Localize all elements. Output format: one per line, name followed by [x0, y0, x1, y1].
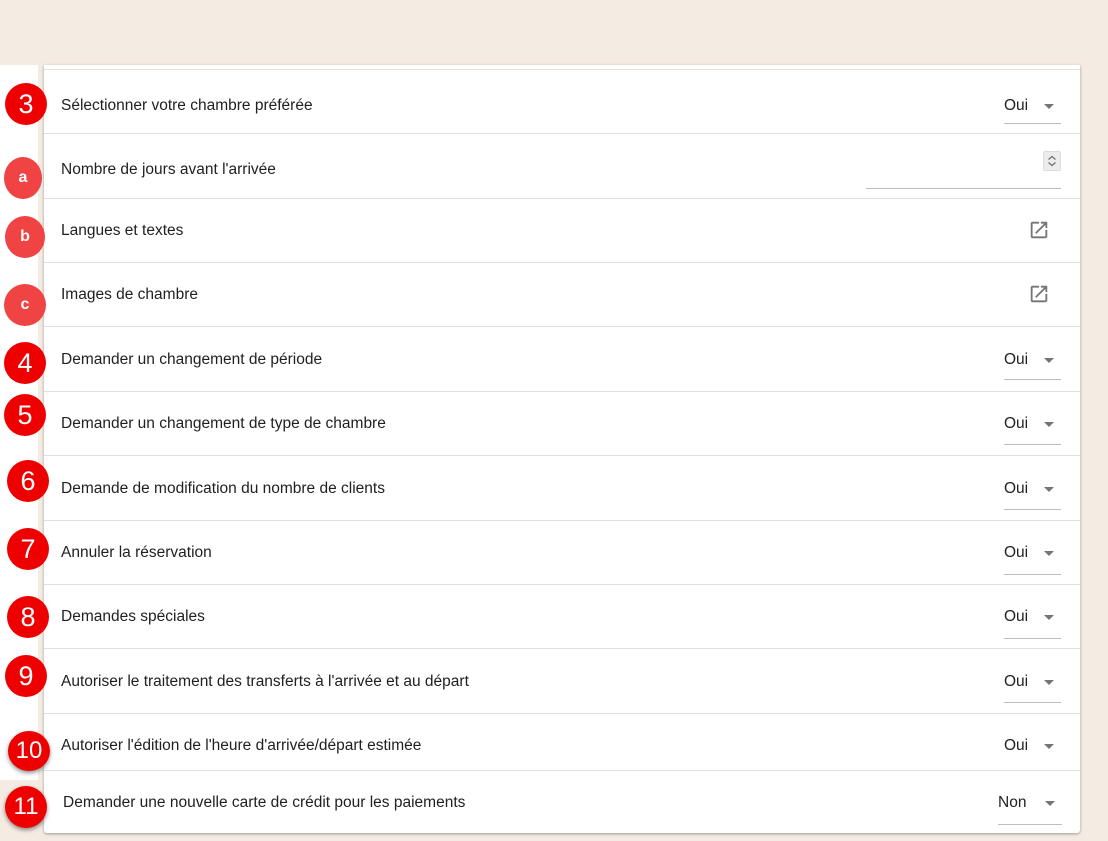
estimated-time-select[interactable]: Oui — [1004, 714, 1061, 770]
annotation-badge-11: 11 — [5, 786, 47, 828]
setting-row-new-credit-card: Demander une nouvelle carte de crédit po… — [44, 771, 1080, 833]
select-value: Oui — [1004, 608, 1029, 625]
setting-label: Demandes spéciales — [61, 608, 205, 625]
select-underline — [1004, 123, 1061, 124]
setting-label: Langues et textes — [61, 222, 184, 239]
setting-row-transfers: Autoriser le traitement des transferts à… — [44, 649, 1080, 714]
room-type-change-select[interactable]: Oui — [1004, 392, 1061, 455]
annotation-badge-4: 4 — [4, 342, 46, 384]
annotation-badge-b: b — [5, 216, 45, 258]
select-value: Oui — [1004, 415, 1029, 432]
setting-row-cancel-reservation: Annuler la réservation Oui — [44, 521, 1080, 585]
setting-row-estimated-time: Autoriser l'édition de l'heure d'arrivée… — [44, 714, 1080, 771]
setting-row-languages: Langues et textes — [44, 199, 1080, 263]
setting-row-room-images: Images de chambre — [44, 263, 1080, 327]
preferred-room-select[interactable]: Oui — [1004, 70, 1061, 133]
days-before-arrival-input[interactable] — [866, 134, 1061, 198]
caret-down-icon — [1044, 551, 1054, 556]
caret-down-icon — [1044, 744, 1054, 749]
select-underline — [1004, 444, 1061, 445]
annotation-badge-10: 10 — [8, 731, 50, 771]
new-credit-card-select[interactable]: Non — [998, 771, 1062, 833]
caret-down-icon — [1044, 680, 1054, 685]
guest-count-change-select[interactable]: Oui — [1004, 456, 1061, 520]
setting-label: Images de chambre — [61, 286, 198, 303]
setting-row-period-change: Demander un changement de période Oui — [44, 327, 1080, 392]
select-underline — [1004, 379, 1061, 380]
setting-label: Nombre de jours avant l'arrivée — [61, 161, 276, 178]
select-underline — [1004, 509, 1061, 510]
select-value: Oui — [1004, 97, 1029, 114]
select-value: Oui — [1004, 673, 1029, 690]
setting-row-room-type-change: Demander un changement de type de chambr… — [44, 392, 1080, 456]
setting-label: Demander un changement de type de chambr… — [61, 415, 386, 432]
caret-down-icon — [1044, 104, 1054, 109]
setting-label: Demander une nouvelle carte de crédit po… — [63, 794, 466, 811]
select-value: Non — [998, 794, 1027, 811]
cancel-reservation-select[interactable]: Oui — [1004, 521, 1061, 584]
annotation-badge-c: c — [4, 284, 46, 326]
annotation-badge-6: 6 — [7, 460, 49, 502]
special-requests-select[interactable]: Oui — [1004, 585, 1061, 648]
select-underline — [998, 824, 1062, 825]
setting-row-preferred-room: Sélectionner votre chambre préférée Oui — [44, 70, 1080, 134]
caret-down-icon — [1044, 615, 1054, 620]
annotation-badge-5: 5 — [4, 394, 46, 436]
open-in-new-icon[interactable] — [1028, 283, 1050, 305]
spinner-icon[interactable] — [1043, 151, 1061, 171]
caret-down-icon — [1045, 801, 1055, 806]
annotation-badge-8: 8 — [7, 596, 49, 638]
select-underline — [1004, 702, 1061, 703]
transfers-select[interactable]: Oui — [1004, 649, 1061, 713]
setting-label: Annuler la réservation — [61, 544, 212, 561]
select-value: Oui — [1004, 544, 1029, 561]
select-underline — [1004, 638, 1061, 639]
setting-row-days-before-arrival: Nombre de jours avant l'arrivée — [44, 134, 1080, 199]
select-underline — [1004, 574, 1061, 575]
caret-down-icon — [1044, 487, 1054, 492]
open-in-new-icon[interactable] — [1028, 219, 1050, 241]
annotation-badge-a: a — [4, 157, 42, 199]
settings-card: Sélectionner votre chambre préférée Oui … — [44, 65, 1080, 833]
input-underline — [866, 188, 1061, 189]
setting-label: Sélectionner votre chambre préférée — [61, 97, 313, 114]
setting-label: Demander un changement de période — [61, 351, 323, 368]
setting-label: Autoriser le traitement des transferts à… — [61, 673, 469, 690]
caret-down-icon — [1044, 422, 1054, 427]
setting-label: Autoriser l'édition de l'heure d'arrivée… — [61, 737, 422, 754]
select-value: Oui — [1004, 480, 1029, 497]
setting-label: Demande de modification du nombre de cli… — [61, 480, 385, 497]
setting-row-special-requests: Demandes spéciales Oui — [44, 585, 1080, 649]
period-change-select[interactable]: Oui — [1004, 327, 1061, 391]
select-value: Oui — [1004, 351, 1029, 368]
annotation-badge-3: 3 — [5, 83, 47, 125]
annotation-badge-7: 7 — [7, 528, 49, 570]
setting-row-guest-count-change: Demande de modification du nombre de cli… — [44, 456, 1080, 521]
select-value: Oui — [1004, 737, 1029, 754]
caret-down-icon — [1044, 358, 1054, 363]
annotation-badge-9: 9 — [5, 655, 47, 697]
